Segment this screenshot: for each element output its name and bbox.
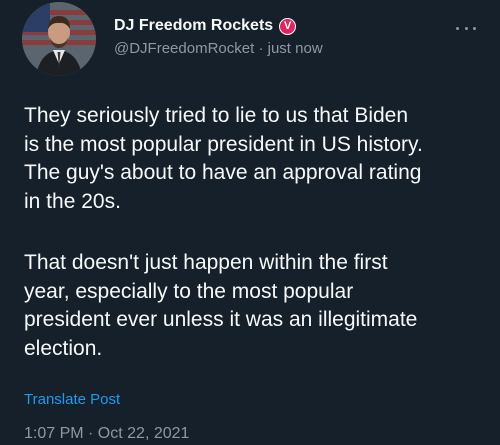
more-options-icon[interactable]	[456, 24, 476, 32]
post-timestamp[interactable]: 1:07 PM · Oct 22, 2021	[24, 425, 189, 443]
post-text-line: They seriously tried to lie to us that B…	[24, 104, 409, 127]
post-text-line: The guy's about to have an approval rati…	[24, 161, 422, 184]
post-text-paragraph-2: That doesn't just happen within the firs…	[24, 249, 484, 363]
post-text-line: That doesn't just happen within the firs…	[24, 251, 388, 274]
verified-badge-icon: V	[279, 17, 297, 35]
post-text-line: election.	[24, 336, 103, 360]
author-display-name[interactable]: DJ Freedom Rockets	[114, 17, 273, 35]
translate-post-link[interactable]: Translate Post	[24, 391, 120, 408]
post-text-line: year, especially to the most popular	[24, 279, 354, 303]
post-relative-time[interactable]: just now	[268, 40, 323, 57]
post-card: DJ Freedom Rockets V @DJFreedomRocket · …	[0, 0, 500, 445]
post-text-line: is the most popular president in US hist…	[24, 132, 423, 156]
post-text-line: in the 20s.	[24, 189, 121, 213]
author-handle-row: @DJFreedomRocket · just now	[114, 40, 323, 57]
more-dot	[464, 26, 468, 30]
avatar-image	[22, 2, 96, 76]
avatar[interactable]	[22, 2, 96, 76]
more-dot	[456, 26, 459, 30]
post-text-paragraph-1: They seriously tried to lie to us that B…	[24, 102, 484, 216]
handle-separator: ·	[258, 40, 264, 57]
post-text-line: president ever unless it was an illegiti…	[24, 308, 418, 331]
more-dot	[473, 26, 476, 30]
author-name-row: DJ Freedom Rockets V	[114, 15, 297, 37]
author-handle[interactable]: @DJFreedomRocket	[114, 40, 254, 57]
